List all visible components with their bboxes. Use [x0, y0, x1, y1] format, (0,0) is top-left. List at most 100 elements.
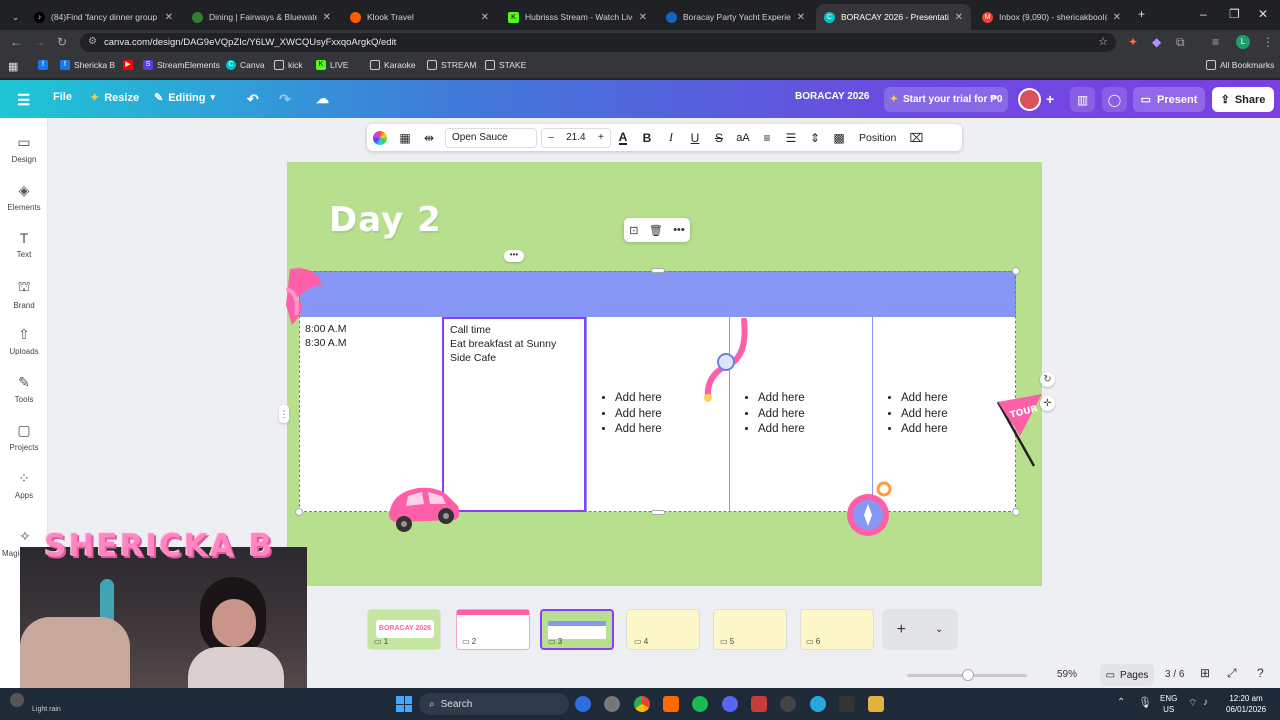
trash-icon[interactable]: 🗑	[649, 224, 663, 237]
menu-dots-icon[interactable]: ⋮	[1262, 35, 1274, 49]
new-tab-icon[interactable]: +	[1138, 7, 1145, 21]
sidebar-item-uploads[interactable]: ⇧ Uploads	[0, 326, 48, 356]
column-width-icon[interactable]: ⇹	[417, 124, 441, 151]
text-color-icon[interactable]: A	[611, 124, 635, 151]
bookmark-kick[interactable]: kick	[274, 60, 303, 70]
tab-7[interactable]: M Inbox (9,090) - shericakbool@g ✕	[974, 4, 1129, 30]
cloud-save-icon[interactable]: ☁	[316, 91, 329, 107]
extension-icon[interactable]: ✦	[1128, 35, 1138, 49]
bookmark-star-icon[interactable]: ☆	[1098, 35, 1108, 48]
telegram-icon[interactable]	[810, 696, 826, 712]
sidebar-item-tools[interactable]: ✎ Tools	[0, 374, 48, 404]
bookmark-streamelements[interactable]: S StreamElements	[143, 60, 220, 70]
bookmark-canva[interactable]: C Canva	[226, 60, 265, 70]
zoom-value[interactable]: 59%	[1057, 669, 1077, 680]
sidebar-item-design[interactable]: ▭ Design	[0, 134, 48, 164]
bookmark-youtube[interactable]: ▶	[123, 60, 133, 70]
close-icon[interactable]: ✕	[323, 12, 331, 23]
site-info-icon[interactable]: ⚙	[88, 36, 97, 47]
rotate-icon[interactable]: ↻	[1040, 372, 1055, 387]
more-dots-icon[interactable]: •••	[673, 224, 685, 236]
tab-5[interactable]: Boracay Party Yacht Experience✕	[658, 4, 813, 30]
pink-ribbon-sticker[interactable]	[286, 265, 326, 329]
snorkel-sticker[interactable]	[700, 318, 750, 404]
sidebar-item-apps[interactable]: ⁘ Apps	[0, 470, 48, 500]
close-icon[interactable]: ✕	[955, 12, 963, 23]
help-icon[interactable]: ?	[1257, 666, 1264, 680]
bold-icon[interactable]: B	[635, 124, 659, 151]
transparency-icon[interactable]: ▩	[827, 124, 851, 151]
bookmark-shericka[interactable]: f Shericka B	[60, 60, 115, 70]
document-title[interactable]: BORACAY 2026	[795, 91, 869, 102]
taskbar-app-icon[interactable]	[780, 696, 796, 712]
sidebar-item-elements[interactable]: ◈ Elements	[0, 182, 48, 212]
grid-view-icon[interactable]: ⊞	[1200, 666, 1210, 680]
slide-title[interactable]: Day 2	[329, 200, 442, 240]
list-icon[interactable]: ☰	[779, 124, 803, 151]
close-icon[interactable]: ✕	[481, 12, 489, 23]
tab-2[interactable]: Dining | Fairways & Bluewater B✕	[184, 4, 339, 30]
address-bar[interactable]: ⚙ canva.com/design/DAG9eVQpZIc/Y6LW_XWCQ…	[80, 33, 1116, 52]
taskbar-app-icon[interactable]	[839, 696, 855, 712]
color-wheel-icon[interactable]	[367, 124, 393, 151]
hamburger-menu-icon[interactable]: ☰	[17, 91, 30, 109]
extensions-puzzle-icon[interactable]: ⧉	[1176, 35, 1185, 50]
font-selector[interactable]: Open Sauce	[445, 127, 537, 148]
minimize-icon[interactable]: –	[1200, 7, 1207, 21]
italic-icon[interactable]: I	[659, 124, 683, 151]
discord-icon[interactable]	[722, 696, 738, 712]
strikethrough-icon[interactable]: S	[707, 124, 731, 151]
present-button[interactable]: ▭ Present	[1133, 87, 1205, 112]
taskbar-app-icon[interactable]	[751, 696, 767, 712]
taskbar-search[interactable]: ⌕ Search	[419, 693, 569, 715]
extension-icon[interactable]: ◆	[1152, 35, 1161, 49]
compass-sticker[interactable]	[844, 480, 896, 538]
zoom-slider-handle[interactable]	[962, 669, 974, 681]
microphone-icon[interactable]: 🎙	[1138, 696, 1152, 709]
align-left-icon[interactable]: ≡	[755, 124, 779, 151]
tab-1[interactable]: ♪ (84)Find 'fancy dinner group bo ✕	[26, 4, 181, 30]
bookmark-stream[interactable]: STREAM	[427, 60, 476, 70]
taskbar-app-icon[interactable]	[604, 696, 620, 712]
close-icon[interactable]: ✕	[639, 12, 647, 23]
tray-chevron-icon[interactable]: ⌃	[1117, 697, 1125, 708]
sidebar-item-brand[interactable]: ⛫ Brand	[0, 278, 48, 310]
share-button[interactable]: ⇪ Share	[1212, 87, 1274, 112]
taskbar-app-icon[interactable]	[575, 696, 591, 712]
close-icon[interactable]: ✕	[1113, 12, 1121, 23]
table-cell-activity[interactable]: Call time Eat breakfast at Sunny Side Ca…	[450, 323, 580, 365]
drag-handle-icon[interactable]: ⋮	[279, 405, 289, 423]
add-page-button[interactable]: + ⌄	[882, 609, 958, 650]
profile-avatar[interactable]: L	[1236, 35, 1250, 49]
bookmark-stake[interactable]: STAKE	[485, 60, 526, 70]
font-size-value[interactable]: 21.4	[566, 132, 585, 143]
media-icon[interactable]: ≡	[1212, 35, 1219, 49]
resize-button[interactable]: ✦ Resize	[90, 91, 139, 105]
close-icon[interactable]: ✕	[797, 12, 805, 23]
redo-icon[interactable]: ↷	[279, 91, 291, 108]
resize-handle[interactable]	[295, 508, 303, 516]
bookmark-facebook[interactable]: f	[38, 60, 48, 70]
pink-car-sticker[interactable]	[384, 480, 464, 536]
taskbar-app-icon[interactable]	[663, 696, 679, 712]
underline-icon[interactable]: U	[683, 124, 707, 151]
wifi-icon[interactable]: ⌔	[1188, 697, 1197, 710]
resize-handle[interactable]	[1012, 267, 1020, 275]
table-cell-bullets[interactable]: Add here Add here Add here	[889, 391, 948, 438]
table-grid-icon[interactable]: ▦	[393, 124, 417, 151]
taskbar-app-icon[interactable]	[868, 696, 884, 712]
resize-handle[interactable]	[1012, 508, 1020, 516]
tab-3[interactable]: Klook Travel ✕	[342, 4, 497, 30]
all-bookmarks[interactable]: All Bookmarks	[1206, 60, 1274, 70]
letter-case-icon[interactable]: aA	[731, 124, 755, 151]
maximize-icon[interactable]: ❐	[1229, 7, 1240, 21]
vertical-align-icon[interactable]: ⇕	[803, 124, 827, 151]
table-more-icon[interactable]: •••	[504, 250, 524, 262]
table-cell-bullets[interactable]: Add here Add here Add here	[603, 391, 662, 438]
user-avatar[interactable]	[1018, 88, 1041, 111]
comment-icon[interactable]: ◯	[1102, 87, 1127, 112]
sidebar-item-projects[interactable]: ▢ Projects	[0, 422, 48, 452]
window-close-icon[interactable]: ✕	[1258, 7, 1268, 21]
back-icon[interactable]: ←	[10, 35, 22, 49]
language-indicator[interactable]: ENG US	[1160, 693, 1177, 715]
